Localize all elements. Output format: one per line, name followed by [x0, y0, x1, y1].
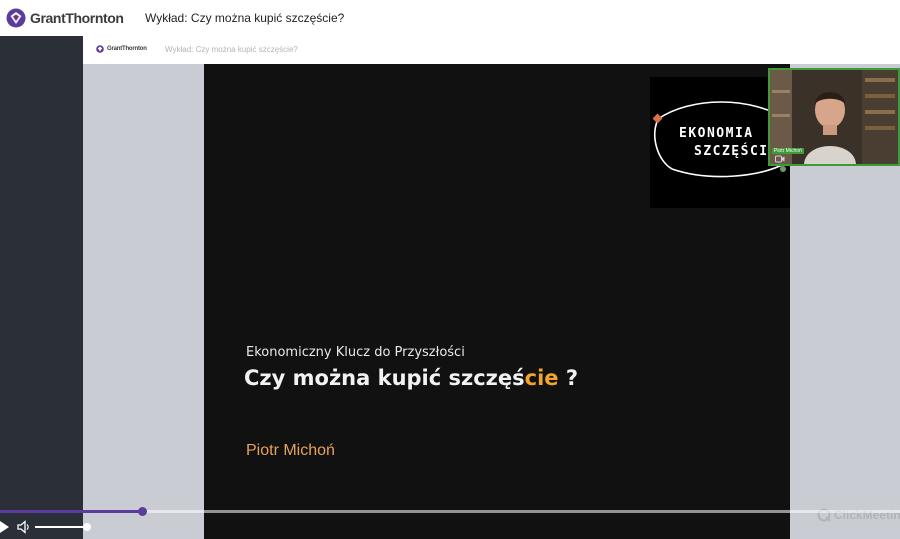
- volume-slider-handle[interactable]: [83, 523, 91, 531]
- page-title: Wykład: Czy można kupić szczęście?: [145, 11, 345, 25]
- slide-title-main: Czy można kupić szczęś: [244, 366, 525, 390]
- grant-thornton-logo-icon: [96, 45, 104, 53]
- brand-logo[interactable]: GrantThornton: [6, 8, 124, 28]
- left-panel: [0, 36, 83, 539]
- slide-title: Czy można kupić szczęście ?: [244, 366, 578, 390]
- camera-icon[interactable]: [775, 155, 785, 163]
- badge-line-2: SZCZĘŚCIA: [694, 144, 778, 159]
- presentation-slide: EKONOMIA SZCZĘŚCIA Ekonomiczny Klucz do …: [204, 64, 790, 539]
- volume-icon[interactable]: [17, 520, 31, 534]
- stage-background-left: [83, 64, 204, 539]
- slide-title-accent: cie: [524, 366, 559, 390]
- play-icon[interactable]: [0, 520, 10, 534]
- slide-title-end: ?: [558, 366, 579, 390]
- progress-bar-fill: [0, 510, 142, 513]
- recording-header: GrantThornton Wykład: Czy można kupić sz…: [83, 36, 900, 65]
- webcam-video[interactable]: Piotr Michoń: [768, 68, 900, 166]
- grant-thornton-logo-icon: [6, 8, 26, 28]
- recording-brand-logo: GrantThornton: [96, 45, 147, 53]
- brand-name: GrantThornton: [30, 10, 124, 26]
- webcam-name-tag: Piotr Michoń: [772, 148, 804, 154]
- top-header: GrantThornton Wykład: Czy można kupić sz…: [0, 0, 900, 36]
- badge-line-1: EKONOMIA: [679, 126, 754, 141]
- volume-slider[interactable]: [35, 526, 87, 528]
- progress-bar-handle[interactable]: [138, 507, 147, 516]
- slide-subtitle: Ekonomiczny Klucz do Przyszłości: [246, 345, 465, 360]
- recording-title: Wykład: Czy można kupić szczęście?: [165, 45, 298, 54]
- recording-brand-name: GrantThornton: [107, 46, 147, 52]
- slide-author: Piotr Michoń: [246, 442, 335, 459]
